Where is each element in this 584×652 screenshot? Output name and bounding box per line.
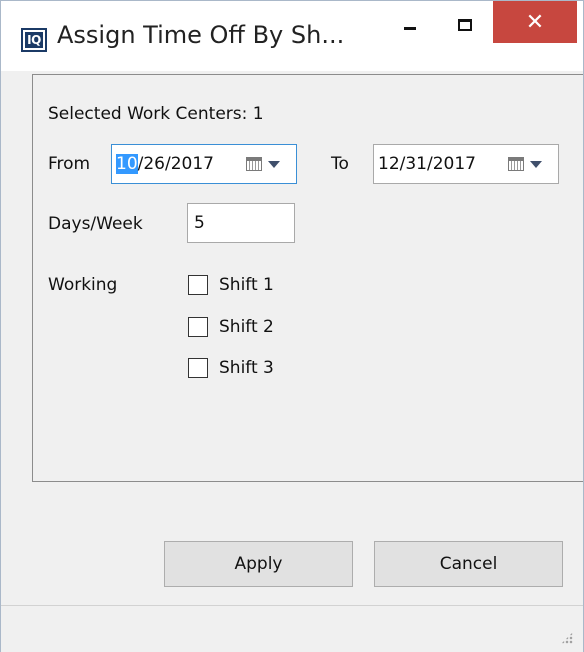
shift-1-label: Shift 1: [219, 275, 274, 295]
maximize-button[interactable]: [441, 1, 489, 49]
calendar-icon[interactable]: [508, 157, 524, 171]
shift-3-checkbox[interactable]: [188, 358, 208, 378]
minimize-icon: [404, 26, 416, 30]
maximize-icon: [458, 19, 472, 31]
close-icon: ✕: [525, 9, 545, 35]
resize-grip-icon[interactable]: [561, 632, 573, 644]
from-date-selected-part: 10: [116, 154, 138, 174]
shift-2-label: Shift 2: [219, 317, 274, 337]
title-bar[interactable]: IQ Assign Time Off By Sh... ✕: [1, 1, 583, 71]
apply-button[interactable]: Apply: [164, 541, 353, 587]
to-label: To: [331, 154, 349, 174]
working-label: Working: [48, 275, 118, 295]
selected-work-centers-text: Selected Work Centers:: [48, 104, 248, 124]
dialog-window: IQ Assign Time Off By Sh... ✕ Selected W…: [0, 0, 584, 652]
from-date-rest: /26/2017: [137, 154, 214, 174]
calendar-icon[interactable]: [246, 157, 262, 171]
shift-2-checkbox[interactable]: [188, 317, 208, 337]
selected-work-centers-label: Selected Work Centers: 1: [48, 104, 264, 124]
app-logo-icon[interactable]: IQ: [21, 28, 47, 52]
chevron-down-icon[interactable]: [530, 161, 542, 168]
selected-work-centers-count: 1: [252, 104, 264, 124]
from-date-picker[interactable]: 10/26/2017: [111, 144, 297, 184]
cancel-button[interactable]: Cancel: [374, 541, 563, 587]
app-logo-text: IQ: [25, 32, 43, 48]
minimize-button[interactable]: [386, 1, 434, 49]
shift-1-option[interactable]: Shift 1: [188, 273, 274, 297]
chevron-down-icon[interactable]: [268, 161, 280, 168]
shift-3-option[interactable]: Shift 3: [188, 356, 274, 380]
to-date-value: 12/31/2017: [378, 154, 476, 174]
shift-3-label: Shift 3: [219, 358, 274, 378]
to-date-picker[interactable]: 12/31/2017: [373, 144, 559, 184]
shift-1-checkbox[interactable]: [188, 275, 208, 295]
days-week-label: Days/Week: [48, 214, 143, 234]
from-label: From: [48, 154, 91, 174]
window-title: Assign Time Off By Sh...: [57, 21, 345, 49]
status-bar: [1, 605, 583, 652]
close-button[interactable]: ✕: [493, 1, 577, 43]
days-week-input[interactable]: 5: [187, 203, 295, 243]
shift-2-option[interactable]: Shift 2: [188, 315, 274, 339]
